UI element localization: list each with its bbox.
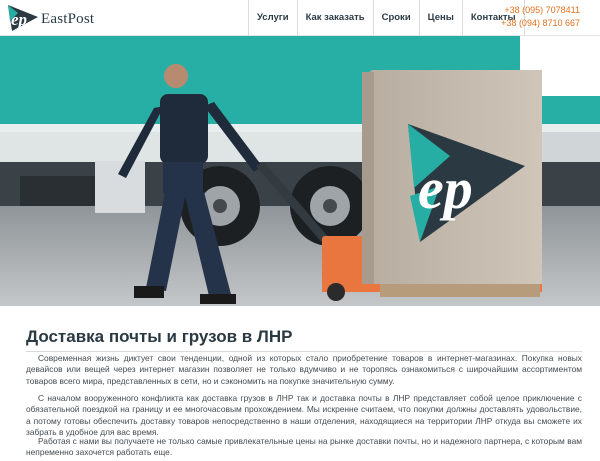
site-logo[interactable]: ep EastPost bbox=[4, 3, 104, 33]
logo-text: EastPost bbox=[41, 11, 95, 27]
phone-list: +38 (095) 7078411 +38 (094) 8710 667 bbox=[501, 4, 580, 30]
nav-item-services[interactable]: Услуги bbox=[248, 0, 297, 36]
hero-banner: ep bbox=[0, 36, 600, 306]
logo-mark-text: ep bbox=[11, 10, 27, 29]
ep-logo-icon: ep bbox=[8, 5, 38, 31]
main-nav: Услуги Как заказать Сроки Цены Контакты bbox=[248, 0, 525, 36]
site-header: ep EastPost Услуги Как заказать Сроки Це… bbox=[0, 0, 600, 36]
conflict-paragraph: С началом вооруженного конфликта как дос… bbox=[26, 393, 582, 438]
hero-illustration: ep bbox=[0, 36, 600, 306]
box-logo-text: ep bbox=[418, 156, 473, 221]
partner-paragraph: Работая с нами вы получаете не только са… bbox=[26, 436, 582, 458]
main-content: Доставка почты и грузов в ЛНР Современна… bbox=[0, 306, 600, 461]
nav-item-how-to-order[interactable]: Как заказать bbox=[296, 0, 373, 36]
intro-paragraph: Современная жизнь диктует свои тенденции… bbox=[26, 353, 582, 386]
phone-number-2[interactable]: +38 (094) 8710 667 bbox=[501, 17, 580, 30]
title-divider bbox=[26, 351, 582, 352]
nav-item-terms[interactable]: Сроки bbox=[372, 0, 419, 36]
page-title: Доставка почты и грузов в ЛНР bbox=[26, 327, 293, 346]
nav-item-prices[interactable]: Цены bbox=[418, 0, 462, 36]
phone-number-1[interactable]: +38 (095) 7078411 bbox=[501, 4, 580, 17]
